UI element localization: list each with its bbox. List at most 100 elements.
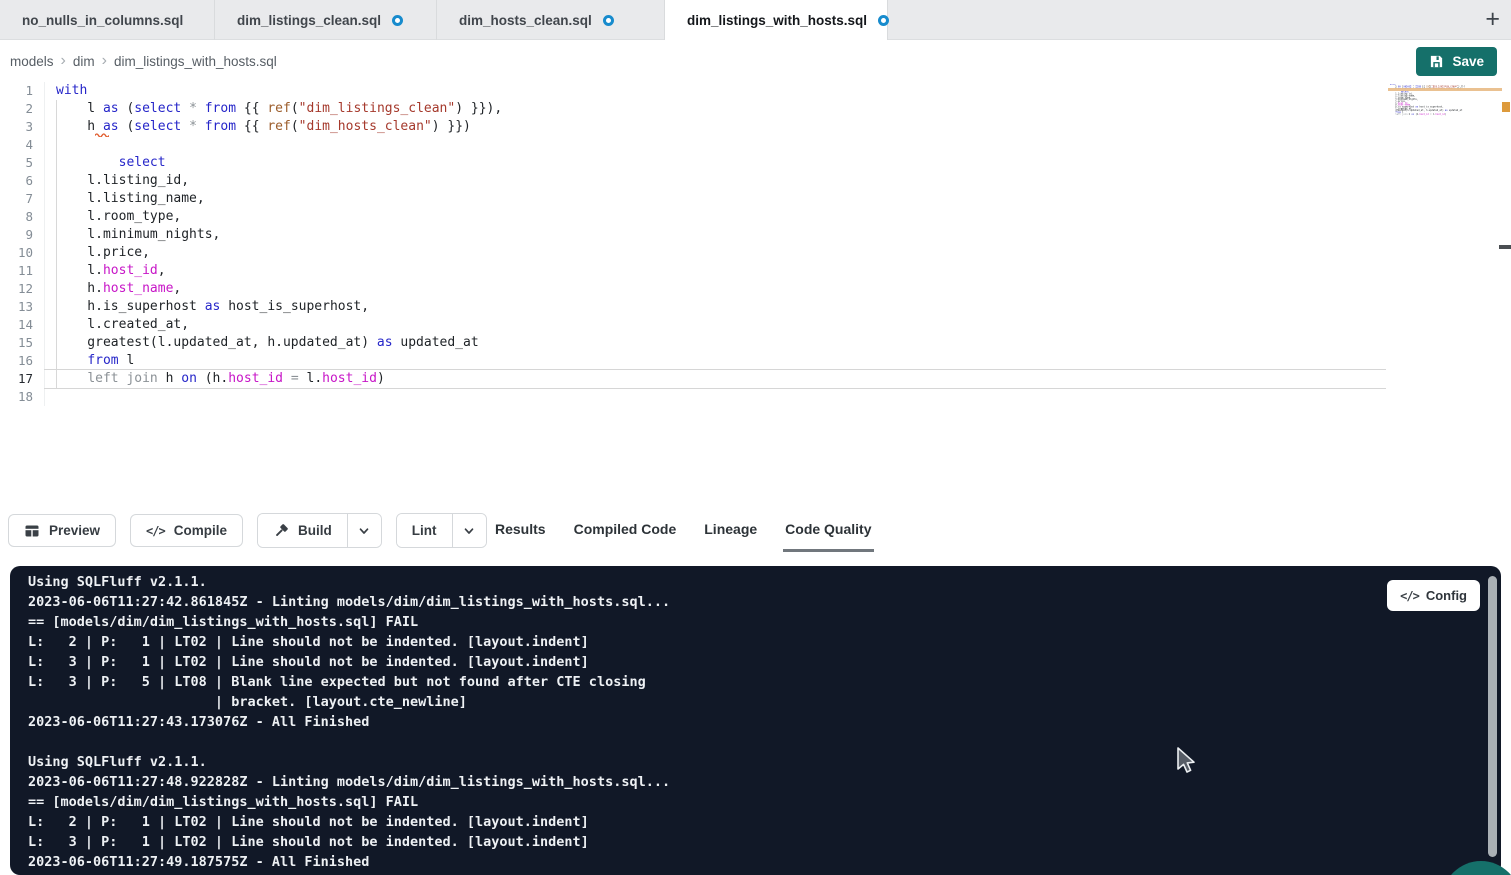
line-number: 5 (0, 154, 33, 172)
terminal-line: L: 2 | P: 1 | LT02 | Line should not be … (28, 632, 1391, 652)
code-line[interactable]: 11 l.host_id, (0, 262, 1386, 280)
panel-tab-code-quality[interactable]: Code Quality (785, 510, 871, 549)
save-button[interactable]: Save (1416, 47, 1497, 76)
code-editor[interactable]: 1with2 l as (select * from {{ ref("dim_l… (0, 82, 1511, 510)
lint-button[interactable]: Lint (397, 514, 452, 547)
breadcrumb-separator: › (102, 53, 107, 69)
tab-label: no_nulls_in_columns.sql (22, 13, 183, 28)
code-line[interactable]: 2 l as (select * from {{ ref("dim_listin… (0, 100, 1386, 118)
lint-label: Lint (412, 523, 437, 538)
line-number: 10 (0, 244, 33, 262)
terminal-line: L: 3 | P: 1 | LT02 | Line should not be … (28, 652, 1391, 672)
terminal-output: Using SQLFluff v2.1.1.2023-06-06T11:27:4… (28, 572, 1391, 872)
line-number: 16 (0, 352, 33, 370)
terminal-line: 2023-06-06T11:27:42.861845Z - Linting mo… (28, 592, 1391, 612)
tab-no_nulls_in_columns.sql[interactable]: no_nulls_in_columns.sql (0, 0, 215, 40)
lint-dropdown-button[interactable] (452, 514, 486, 547)
breadcrumb-item: dim_listings_with_hosts.sql (114, 54, 277, 69)
terminal-line: Using SQLFluff v2.1.1. (28, 572, 1391, 592)
table-icon (24, 523, 40, 539)
terminal-scrollbar[interactable] (1488, 576, 1497, 857)
code-line[interactable]: 5 select (0, 154, 1386, 172)
code-line[interactable]: 14 l.created_at, (0, 316, 1386, 334)
breadcrumb: models › dim › dim_listings_with_hosts.sql (10, 40, 277, 82)
code-line[interactable]: 16 from l (0, 352, 1386, 370)
unsaved-indicator-icon (603, 15, 614, 26)
code-line[interactable]: 6 l.listing_id, (0, 172, 1386, 190)
hammer-icon (273, 523, 289, 539)
code-line[interactable]: 17 left join h on (h.host_id = l.host_id… (0, 370, 1386, 388)
code-icon: </> (1400, 589, 1419, 603)
line-number: 13 (0, 298, 33, 316)
tab-label: dim_listings_clean.sql (237, 13, 381, 28)
dbt-ide-window: no_nulls_in_columns.sql dim_listings_clea… (0, 0, 1511, 875)
line-number: 3 (0, 118, 33, 136)
build-button[interactable]: Build (258, 514, 347, 547)
lint-error-squiggle-icon (95, 132, 109, 137)
compile-button[interactable]: </> Compile (130, 514, 243, 547)
compile-label: Compile (174, 523, 227, 538)
terminal-line: L: 2 | P: 1 | LT02 | Line should not be … (28, 812, 1391, 832)
line-number: 2 (0, 100, 33, 118)
tab-dim_listings_with_hosts.sql[interactable]: dim_listings_with_hosts.sql (665, 0, 888, 40)
terminal-line: Using SQLFluff v2.1.1. (28, 752, 1391, 772)
terminal-line: == [models/dim/dim_listings_with_hosts.s… (28, 612, 1391, 632)
code-line[interactable]: 7 l.listing_name, (0, 190, 1386, 208)
config-button[interactable]: </> Config (1387, 580, 1480, 611)
tab-list: no_nulls_in_columns.sql dim_listings_clea… (0, 0, 1511, 40)
panel-tab-compiled-code[interactable]: Compiled Code (574, 510, 677, 549)
code-line[interactable]: 13 h.is_superhost as host_is_superhost, (0, 298, 1386, 316)
code-line[interactable]: 18 (0, 388, 1386, 406)
breadcrumb-bar: models › dim › dim_listings_with_hosts.sql S… (0, 40, 1511, 82)
terminal-line: 2023-06-06T11:27:49.187575Z - All Finish… (28, 852, 1391, 872)
code-icon: </> (146, 524, 165, 538)
minimap-lint-highlight (1388, 88, 1502, 91)
minimap-line (1390, 115, 1465, 117)
code-line[interactable]: 12 h.host_name, (0, 280, 1386, 298)
line-number: 8 (0, 208, 33, 226)
tab-label: dim_hosts_clean.sql (459, 13, 592, 28)
chevron-down-icon (358, 525, 370, 537)
lint-split-button: Lint (396, 513, 487, 548)
terminal-panel: Using SQLFluff v2.1.1.2023-06-06T11:27:4… (10, 566, 1501, 875)
code-line[interactable]: 3 h as (select * from {{ ref("dim_hosts_… (0, 118, 1386, 136)
chevron-down-icon (463, 525, 475, 537)
line-number: 18 (0, 388, 33, 406)
code-line[interactable]: 10 l.price, (0, 244, 1386, 262)
breadcrumb-item: models (10, 54, 54, 69)
line-number: 6 (0, 172, 33, 190)
panel-tab-lineage[interactable]: Lineage (704, 510, 757, 549)
panel-tab-results[interactable]: Results (495, 510, 546, 549)
save-icon (1429, 54, 1444, 69)
line-number: 17 (0, 370, 33, 388)
breadcrumb-item: dim (73, 54, 95, 69)
new-tab-button[interactable]: + (1485, 0, 1500, 40)
tab-dim_listings_clean.sql[interactable]: dim_listings_clean.sql (215, 0, 437, 40)
editor-lines: 1with2 l as (select * from {{ ref("dim_l… (0, 82, 1386, 406)
code-line[interactable]: 9 l.minimum_nights, (0, 226, 1386, 244)
terminal-line: L: 3 | P: 5 | LT08 | Blank line expected… (28, 672, 1391, 692)
tab-bar: no_nulls_in_columns.sql dim_listings_clea… (0, 0, 1511, 40)
line-number: 15 (0, 334, 33, 352)
terminal-line: 2023-06-06T11:27:43.173076Z - All Finish… (28, 712, 1391, 732)
line-number: 12 (0, 280, 33, 298)
build-label: Build (298, 523, 332, 538)
overview-lint-marker (1502, 102, 1510, 112)
tab-dim_hosts_clean.sql[interactable]: dim_hosts_clean.sql (437, 0, 665, 40)
code-line[interactable]: 8 l.room_type, (0, 208, 1386, 226)
line-number: 11 (0, 262, 33, 280)
code-line[interactable]: 15 greatest(l.updated_at, h.updated_at) … (0, 334, 1386, 352)
terminal-line (28, 732, 1391, 752)
build-dropdown-button[interactable] (347, 514, 381, 547)
code-line[interactable]: 1with (0, 82, 1386, 100)
code-line[interactable]: 4 (0, 136, 1386, 154)
toolbar-buttons: Preview </> Compile Build Lint (8, 513, 487, 548)
build-split-button: Build (257, 513, 382, 548)
preview-button[interactable]: Preview (8, 514, 116, 547)
breadcrumb-separator: › (61, 53, 66, 69)
preview-label: Preview (49, 523, 100, 538)
unsaved-indicator-icon (878, 15, 889, 26)
terminal-line: 2023-06-06T11:27:48.922828Z - Linting mo… (28, 772, 1391, 792)
action-toolbar: Preview </> Compile Build Lint Results Compil… (0, 510, 1511, 556)
save-label: Save (1452, 54, 1484, 69)
